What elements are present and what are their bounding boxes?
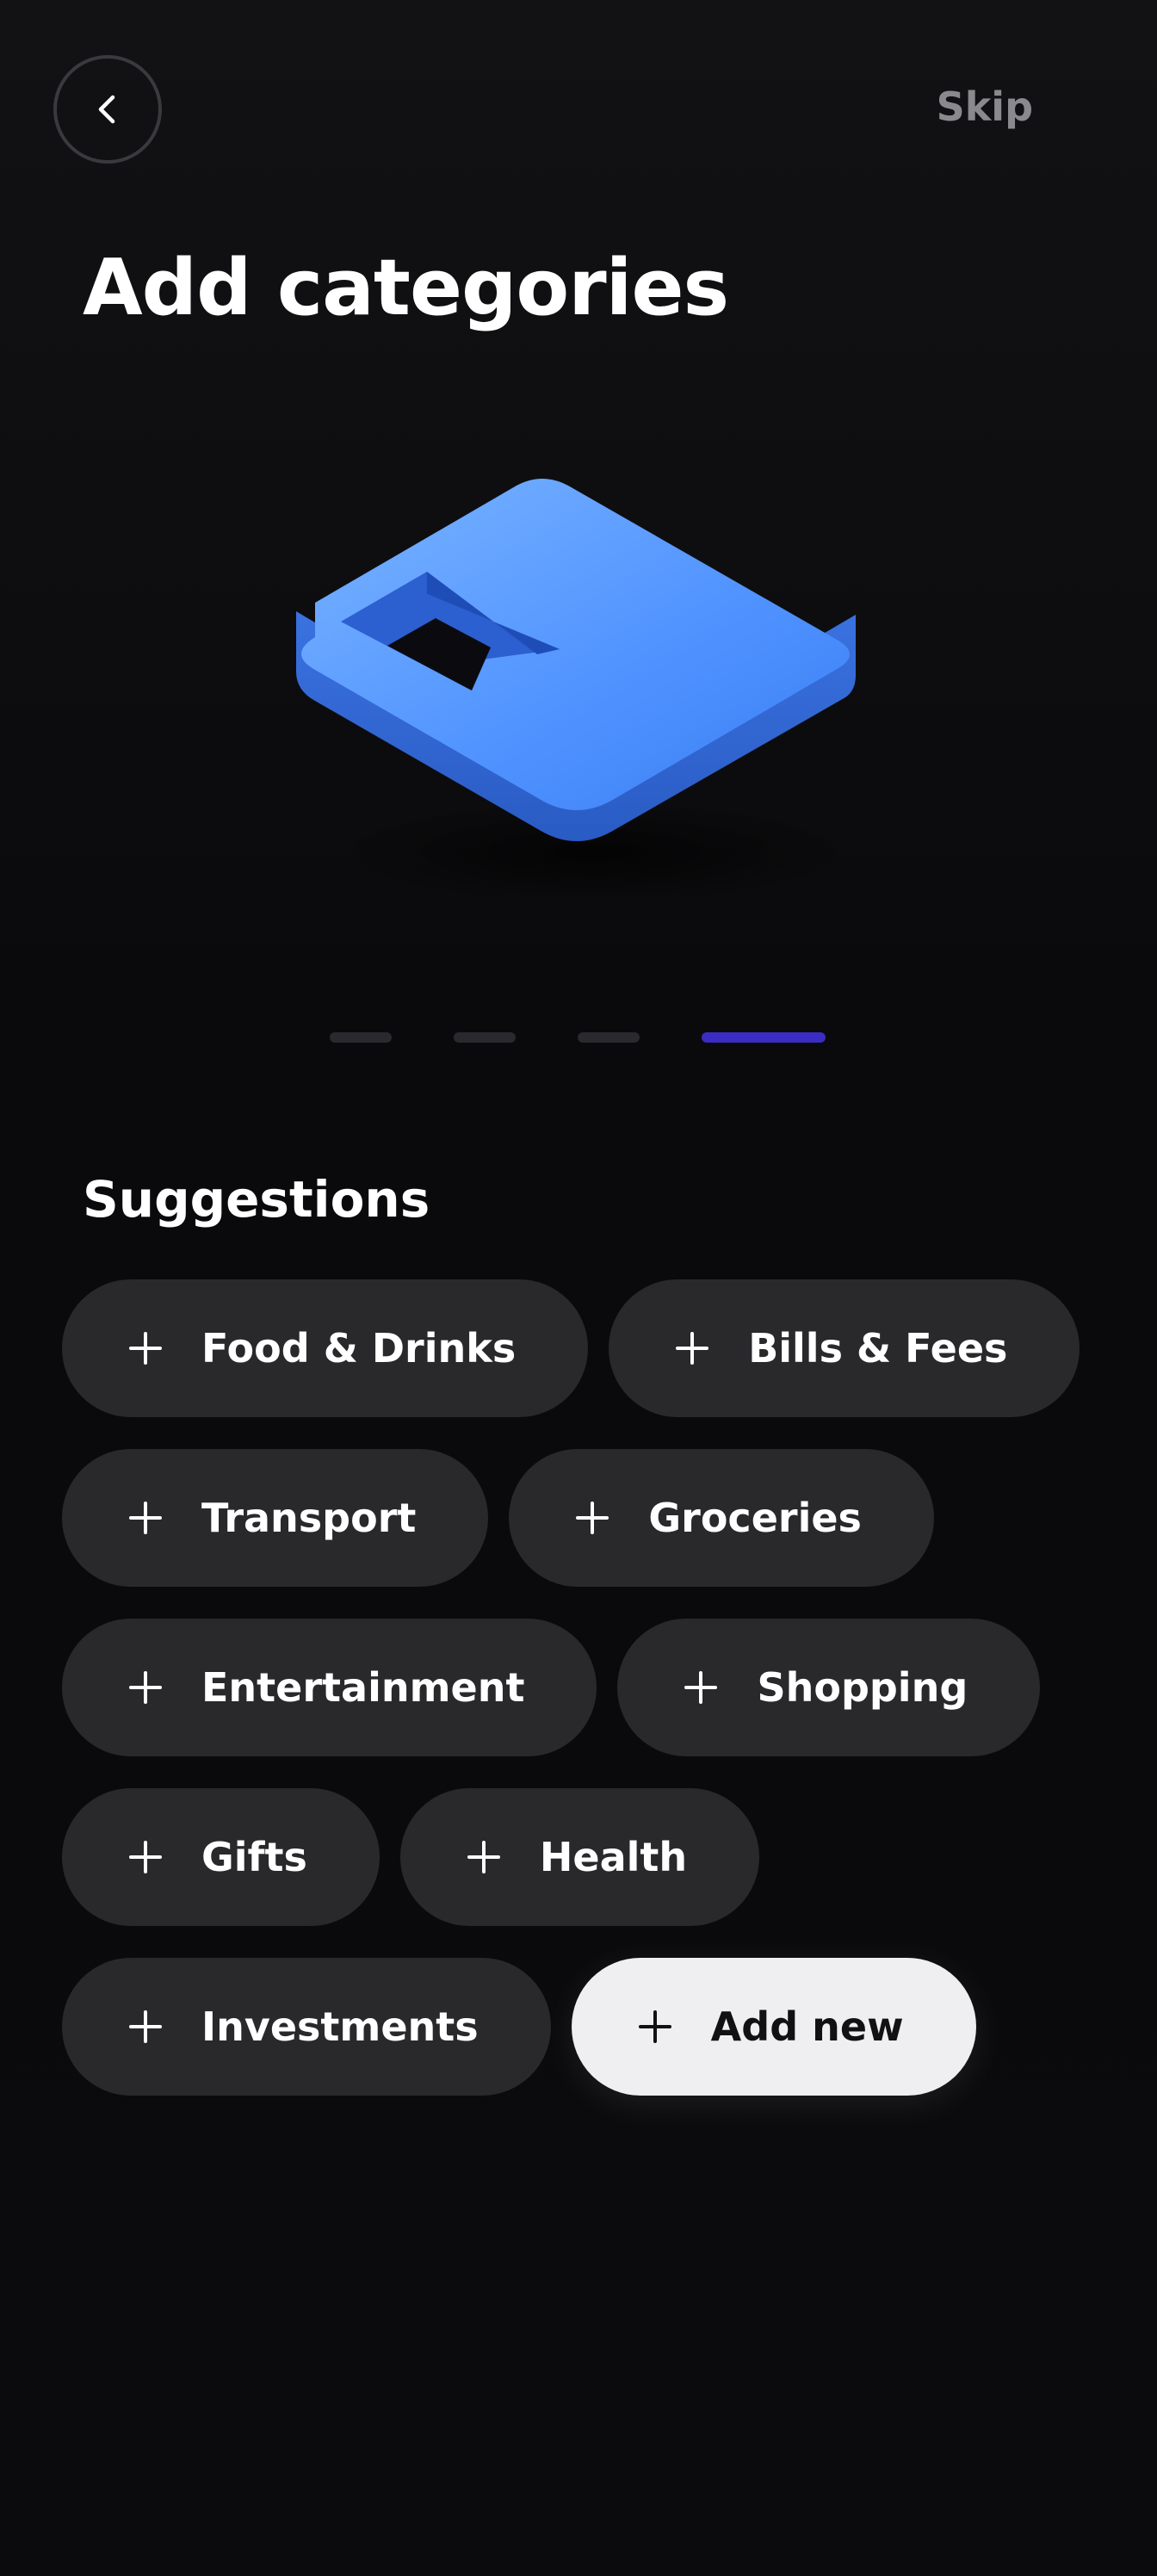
add-new-button[interactable]: Add new (571, 1958, 976, 2096)
plus-icon (676, 1332, 709, 1365)
chip-label: Shopping (757, 1664, 968, 1711)
chip-label: Bills & Fees (748, 1325, 1008, 1372)
page-title: Add categories (83, 243, 729, 333)
add-new-label: Add new (710, 2003, 904, 2050)
chip-label: Transport (201, 1495, 417, 1541)
chip-entertainment[interactable]: Entertainment (62, 1619, 597, 1756)
chip-label: Groceries (648, 1495, 862, 1541)
chip-label: Health (539, 1834, 688, 1880)
chip-row: Investments Add new (62, 1958, 1095, 2096)
page-dot-active (702, 1032, 826, 1043)
folder-tray-3d-icon (296, 479, 856, 895)
plus-icon (129, 1332, 162, 1365)
chip-row: Gifts Health (62, 1788, 1095, 1926)
chip-shopping[interactable]: Shopping (617, 1619, 1041, 1756)
plus-icon (129, 2010, 162, 2043)
chip-health[interactable]: Health (399, 1788, 760, 1926)
plus-icon (576, 1502, 609, 1534)
chip-label: Food & Drinks (201, 1325, 517, 1372)
chip-label: Entertainment (201, 1664, 525, 1711)
chip-groceries[interactable]: Groceries (509, 1449, 934, 1587)
plus-icon (467, 1841, 500, 1873)
chip-row: Transport Groceries (62, 1449, 1095, 1587)
plus-icon (129, 1502, 162, 1534)
chip-gifts[interactable]: Gifts (62, 1788, 380, 1926)
chip-bills-fees[interactable]: Bills & Fees (609, 1279, 1080, 1417)
back-button[interactable] (53, 55, 162, 164)
page-dot (454, 1032, 516, 1043)
add-categories-screen: Skip Add categories Suggestions Food & D… (0, 0, 1157, 2576)
plus-icon (638, 2010, 671, 2043)
page-dot (330, 1032, 392, 1043)
skip-button[interactable]: Skip (937, 83, 1033, 131)
chip-row: Food & Drinks Bills & Fees (62, 1279, 1095, 1417)
plus-icon (129, 1841, 162, 1873)
chip-food-drinks[interactable]: Food & Drinks (62, 1279, 589, 1417)
chevron-left-icon (98, 95, 115, 124)
chip-transport[interactable]: Transport (62, 1449, 489, 1587)
plus-icon (684, 1671, 718, 1704)
page-indicator (330, 1032, 826, 1043)
suggestion-chips: Food & Drinks Bills & Fees Transport Gro… (62, 1279, 1095, 2127)
plus-icon (129, 1671, 162, 1704)
chip-investments[interactable]: Investments (62, 1958, 551, 2096)
chip-row: Entertainment Shopping (62, 1619, 1095, 1756)
page-dot (578, 1032, 640, 1043)
chip-label: Investments (201, 2003, 479, 2050)
chip-label: Gifts (201, 1834, 307, 1880)
suggestions-title: Suggestions (83, 1170, 430, 1229)
